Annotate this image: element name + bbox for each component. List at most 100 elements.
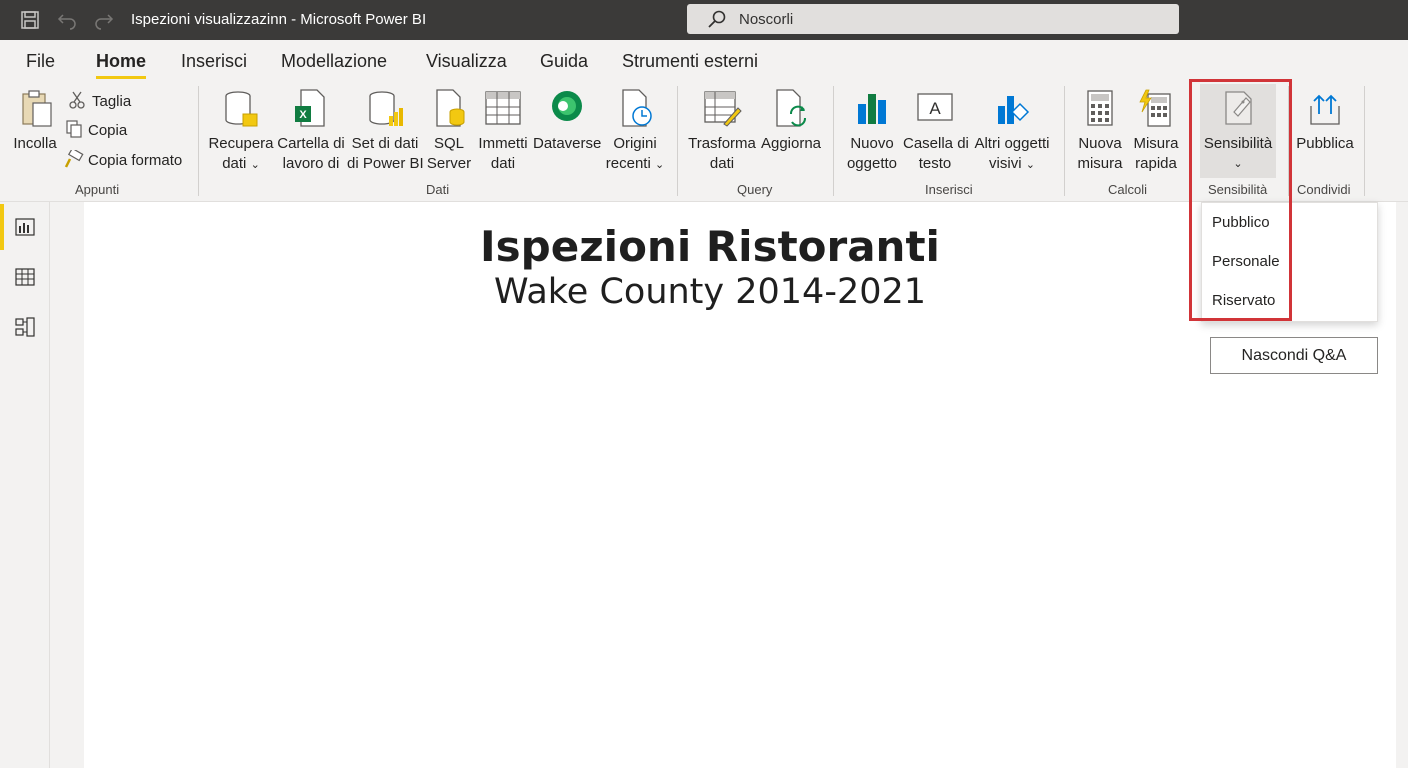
- more-visuals-label-1: Altri oggetti: [974, 135, 1050, 152]
- hide-qa-button[interactable]: Nascondi Q&A: [1210, 337, 1378, 374]
- chevron-down-icon: ⌄: [1025, 159, 1035, 171]
- excel-workbook-button[interactable]: X Cartella di lavoro di: [276, 88, 346, 174]
- undo-icon[interactable]: [57, 10, 77, 30]
- more-visuals-icon: [998, 96, 1030, 124]
- copy-button[interactable]: Copia: [64, 120, 127, 141]
- paste-icon: [22, 90, 52, 127]
- svg-text:X: X: [299, 109, 307, 121]
- more-visuals-button[interactable]: Altri oggetti visivi ⌄: [970, 88, 1054, 175]
- publish-label: Pubblica: [1296, 135, 1354, 152]
- format-painter-icon: [64, 150, 84, 168]
- ribbon-separator: [1288, 86, 1289, 196]
- ribbon-separator: [1190, 86, 1191, 196]
- format-painter-button[interactable]: Copia formato: [64, 150, 182, 171]
- more-visuals-label-2: visivi: [989, 155, 1022, 172]
- tab-home[interactable]: Home: [96, 51, 147, 79]
- svg-text:A: A: [929, 99, 941, 118]
- enter-data-button[interactable]: Immetti dati: [475, 88, 531, 174]
- report-subtitle: Wake County 2014-2021: [493, 272, 927, 312]
- report-view-button[interactable]: [0, 204, 50, 250]
- refresh-label: Aggiorna: [760, 135, 822, 152]
- text-box-label-1: Casella di: [903, 135, 969, 152]
- get-data-label-2: dati: [222, 155, 247, 172]
- copy-icon: [66, 120, 82, 138]
- tab-strumenti-esterni[interactable]: Strumenti esterni: [622, 51, 758, 72]
- enter-data-label-1: Immetti: [478, 135, 528, 152]
- new-measure-label-2: misura: [1077, 155, 1123, 172]
- chevron-down-icon: ⌄: [654, 159, 665, 171]
- tab-visualizza[interactable]: Visualizza: [426, 51, 507, 72]
- cut-label: Taglia: [92, 93, 132, 110]
- excel-label-1: Cartella di: [277, 135, 345, 152]
- group-label-condividi: Condividi: [1297, 182, 1351, 197]
- new-visual-label-2: oggetto: [846, 155, 898, 172]
- sql-server-icon: [436, 89, 465, 127]
- powerbi-dataset-button[interactable]: Set di dati di Power BI: [347, 88, 424, 174]
- recent-sources-icon: [622, 89, 652, 127]
- data-view-button[interactable]: [0, 254, 50, 300]
- copy-label: Copia: [88, 122, 128, 139]
- tab-guida[interactable]: Guida: [540, 51, 588, 72]
- sensitivity-button[interactable]: Sensibilità ⌄: [1200, 88, 1276, 174]
- dataverse-label: Dataverse: [533, 135, 602, 152]
- model-view-button[interactable]: [0, 304, 50, 350]
- menu-item-riservato[interactable]: Riservato: [1212, 292, 1275, 309]
- data-view-icon: [15, 268, 35, 286]
- ribbon: Incolla Taglia Copia Copia formato Appun…: [0, 82, 1408, 202]
- menu-item-personale[interactable]: Personale: [1212, 253, 1280, 270]
- tab-inserisci[interactable]: Inserisci: [181, 51, 247, 72]
- publish-button[interactable]: Pubblica: [1294, 88, 1356, 154]
- group-label-inserisci: Inserisci: [925, 182, 973, 197]
- quick-measure-icon: [1139, 89, 1171, 127]
- new-measure-label-1: Nuova: [1078, 135, 1122, 152]
- transform-data-label-2: dati: [709, 155, 735, 172]
- tab-modellazione[interactable]: Modellazione: [281, 51, 387, 72]
- scissors-icon: [69, 91, 85, 109]
- get-data-button[interactable]: Recupera dati ⌄: [208, 88, 274, 175]
- new-visual-button[interactable]: Nuovo oggetto: [843, 88, 901, 174]
- ribbon-separator: [677, 86, 678, 196]
- transform-data-button[interactable]: Trasforma dati: [687, 88, 757, 174]
- group-label-calcoli: Calcoli: [1108, 182, 1148, 197]
- paste-label: Incolla: [13, 135, 57, 152]
- excel-icon: X: [295, 89, 325, 127]
- recent-sources-label-1: Origini: [613, 135, 657, 152]
- new-measure-button[interactable]: Nuova misura: [1074, 88, 1126, 174]
- tab-file[interactable]: File: [26, 51, 55, 72]
- sensitivity-dropdown: Pubblico Personale Riservato: [1201, 202, 1378, 322]
- sql-server-button[interactable]: SQL Server: [426, 88, 472, 174]
- save-icon[interactable]: [20, 10, 40, 30]
- get-data-label-1: Recupera: [208, 135, 274, 152]
- enter-data-label-2: dati: [490, 155, 516, 172]
- redo-icon[interactable]: [94, 10, 114, 30]
- text-box-button[interactable]: A Casella di testo: [903, 88, 969, 174]
- search-input[interactable]: [739, 8, 1159, 30]
- table-icon: [485, 91, 521, 125]
- calculator-icon: [1087, 90, 1113, 126]
- publish-icon: [1310, 94, 1340, 125]
- quick-measure-label-1: Misura: [1133, 135, 1179, 152]
- chevron-down-icon: ⌄: [250, 159, 260, 171]
- paste-button[interactable]: Incolla: [10, 88, 60, 154]
- ribbon-separator: [198, 86, 199, 196]
- search-box[interactable]: [687, 4, 1179, 34]
- excel-label-2: lavoro di: [282, 155, 340, 172]
- powerbi-dataset-label-1: Set di dati: [351, 135, 419, 152]
- dataverse-icon: [552, 91, 582, 121]
- ribbon-separator: [833, 86, 834, 196]
- recent-sources-label-2: recenti: [605, 155, 651, 172]
- sensitivity-label: Sensibilità: [1203, 135, 1273, 152]
- cut-button[interactable]: Taglia: [68, 91, 131, 112]
- report-canvas[interactable]: Ispezioni Ristoranti Wake County 2014-20…: [84, 202, 1396, 768]
- menu-item-pubblico[interactable]: Pubblico: [1212, 214, 1270, 231]
- report-view-icon: [15, 218, 35, 236]
- sql-label-1: SQL: [433, 135, 464, 152]
- chevron-down-icon: ⌄: [1233, 158, 1243, 170]
- powerbi-dataset-label-2: di Power BI: [347, 155, 424, 172]
- refresh-button[interactable]: Aggiorna: [760, 88, 822, 154]
- recent-sources-button[interactable]: Origini recenti ⌄: [604, 88, 666, 175]
- quick-measure-button[interactable]: Misura rapida: [1130, 88, 1182, 174]
- dataverse-button[interactable]: Dataverse: [533, 88, 601, 154]
- group-label-appunti: Appunti: [75, 182, 120, 197]
- ribbon-tabs: File Home Inserisci Modellazione Visuali…: [0, 40, 1408, 82]
